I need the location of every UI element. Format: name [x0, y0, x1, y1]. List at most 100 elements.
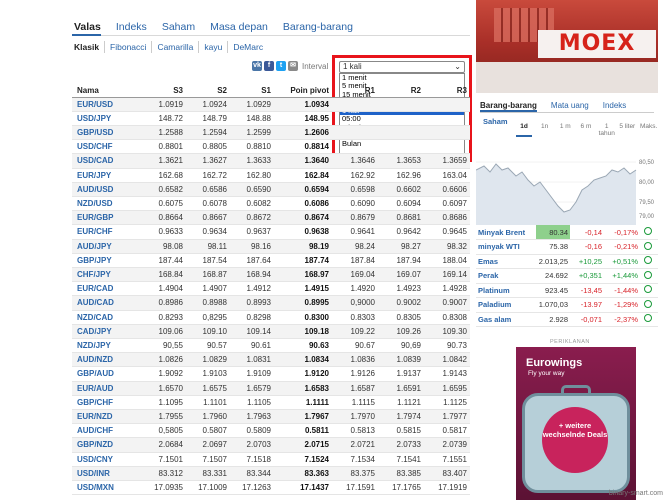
range-option[interactable]: 1 tahun — [599, 123, 615, 137]
market-sub-label: Saham — [483, 117, 508, 126]
pair-link[interactable]: NZD/JPY — [72, 338, 132, 354]
quote-price: 2.928 — [536, 312, 570, 327]
advertisement[interactable]: Eurowings Fly your way + weitere wechsel… — [516, 347, 636, 500]
pair-link[interactable]: AUD/CHF — [72, 423, 132, 439]
quote-row[interactable]: Platinum 923.45 -13,45 -1,44% — [476, 283, 658, 298]
table-row: USD/JPY 148.72 148.79 148.88 148.95 — [72, 111, 470, 126]
pair-link[interactable]: USD/CNY — [72, 452, 132, 467]
chart-axis-label: 79,00 — [639, 214, 655, 220]
pair-link[interactable]: GBP/AUD — [72, 366, 132, 382]
pivot-cell: 148.95 — [274, 111, 332, 126]
pair-link[interactable]: CAD/JPY — [72, 324, 132, 339]
table-row: AUD/JPY 98.08 98.11 98.16 98.19 98.24 98.27 98.… — [72, 239, 470, 254]
pivot-cell: 0.8805 — [186, 139, 230, 155]
pivot-cell: 1.9092 — [132, 366, 186, 382]
quote-row[interactable]: Perak 24.692 +0,351 +1,44% — [476, 268, 658, 284]
quote-row[interactable]: Gas alam 2.928 -0,071 -2,37% — [476, 312, 658, 327]
range-option[interactable]: 1 m — [557, 123, 573, 137]
subtab-camarilla[interactable]: Camarilla — [151, 41, 198, 53]
pivot-cell — [424, 111, 470, 126]
pair-link[interactable]: EUR/GBP — [72, 210, 132, 226]
pair-link[interactable]: AUD/CAD — [72, 295, 132, 311]
tab-barang-barang-market[interactable]: Barang-barang — [480, 100, 537, 112]
quote-price: 2.013,25 — [536, 254, 570, 269]
pair-link[interactable]: USD/MXN — [72, 480, 132, 496]
range-option[interactable]: 6 m — [578, 123, 594, 137]
pivot-cell: 83.312 — [132, 466, 186, 481]
pivot-cell: 1.0919 — [132, 97, 186, 112]
tab-valas[interactable]: Valas — [72, 20, 101, 36]
tab-masa-depan[interactable]: Masa depan — [208, 20, 268, 35]
pair-link[interactable]: AUD/USD — [72, 182, 132, 197]
moex-logo: MOEX — [538, 30, 656, 58]
pivot-cell: 0.9637 — [230, 224, 274, 240]
vk-icon[interactable]: vk — [252, 61, 262, 71]
subtab-klasik[interactable]: Klasik — [74, 41, 104, 53]
pivot-cell: 162.80 — [230, 168, 274, 183]
quote-price: 24.692 — [536, 268, 570, 284]
table-row: EUR/NZD 1.7955 1.7960 1.7963 1.7967 1.7970 1.7… — [72, 409, 470, 425]
pivot-cell: 0.9642 — [378, 224, 424, 240]
pair-link[interactable]: NZD/CAD — [72, 310, 132, 325]
table-row: USD/MXN 17.0935 17.1009 17.1263 17.1437 17.15… — [72, 480, 470, 496]
pair-link[interactable]: AUD/JPY — [72, 239, 132, 254]
subtab-kayu[interactable]: kayu — [198, 41, 227, 53]
pivot-cell: 0.9633 — [132, 224, 186, 240]
pivot-cell: 0.6582 — [132, 182, 186, 197]
twitter-icon[interactable]: t — [276, 61, 286, 71]
pair-link[interactable]: CHF/JPY — [72, 267, 132, 283]
table-row: CHF/JPY 168.84 168.87 168.94 168.97 169.04 169… — [72, 267, 470, 283]
pair-link[interactable]: EUR/JPY — [72, 168, 132, 183]
quote-row[interactable]: minyak WTI 75.38 -0,16 -0,21% — [476, 239, 658, 255]
tab-barang-barang[interactable]: Barang-barang — [281, 20, 353, 35]
pivot-cell: 168.87 — [186, 267, 230, 283]
tab-mata-uang[interactable]: Mata uang — [551, 100, 589, 112]
pivot-cell: 7.1551 — [424, 452, 470, 467]
pair-link[interactable]: EUR/NZD — [72, 409, 132, 425]
pivot-cell: 1.4915 — [274, 281, 332, 297]
pair-link[interactable]: EUR/AUD — [72, 381, 132, 396]
mail-icon[interactable]: ✉ — [288, 61, 298, 71]
pivot-cell: 1.1105 — [230, 395, 274, 410]
ad-deal-badge[interactable]: + weitere wechselnde Deals — [542, 407, 608, 473]
pair-link[interactable]: EUR/CAD — [72, 281, 132, 297]
quote-row[interactable]: Minyak Brent 80.34 -0,14 -0,17% — [476, 225, 658, 240]
pair-link[interactable]: GBP/USD — [72, 125, 132, 141]
pivot-cell: 187.84 — [332, 253, 378, 268]
pivot-cell: 187.94 — [378, 253, 424, 268]
tab-indeks-market[interactable]: Indeks — [603, 100, 627, 112]
pair-link[interactable]: GBP/NZD — [72, 437, 132, 453]
pair-link[interactable]: USD/CHF — [72, 139, 132, 155]
pivot-cell: 109.30 — [424, 324, 470, 339]
range-option[interactable]: Maks. — [640, 123, 657, 137]
pivot-cell: 83.407 — [424, 466, 470, 481]
pivot-cell: 0.8305 — [378, 310, 424, 325]
pair-link[interactable]: GBP/CHF — [72, 395, 132, 410]
quote-row[interactable]: Emas 2.013,25 +10,25 +0,51% — [476, 254, 658, 269]
range-option[interactable]: 1d — [516, 123, 532, 137]
pair-link[interactable]: EUR/USD — [72, 97, 132, 112]
pivot-cell: 0.5811 — [274, 423, 332, 439]
pair-link[interactable]: USD/JPY — [72, 111, 132, 126]
pair-link[interactable]: EUR/CHF — [72, 224, 132, 240]
range-option[interactable]: 5 liter — [619, 123, 635, 137]
pair-link[interactable]: USD/CAD — [72, 153, 132, 169]
subtab-fibonacci[interactable]: Fibonacci — [104, 41, 151, 53]
pivot-cell: 1.7970 — [332, 409, 378, 425]
tab-indeks[interactable]: Indeks — [114, 20, 147, 35]
tab-saham[interactable]: Saham — [160, 20, 195, 35]
subtab-demarc[interactable]: DeMarc — [227, 41, 268, 53]
pivot-cell: 0.8672 — [230, 210, 274, 226]
pivot-cell: 2.0739 — [424, 437, 470, 453]
pivot-cell: 17.0935 — [132, 480, 186, 496]
quote-row[interactable]: Paladium 1.070,03 -13.97 -1,29% — [476, 297, 658, 313]
pair-link[interactable]: USD/INR — [72, 466, 132, 481]
pair-link[interactable]: NZD/USD — [72, 196, 132, 212]
facebook-icon[interactable]: f — [264, 61, 274, 71]
pivot-cell: 168.94 — [230, 267, 274, 283]
range-option[interactable]: 1n — [537, 123, 553, 137]
pair-link[interactable]: GBP/JPY — [72, 253, 132, 268]
moex-photo: MOEX — [476, 0, 658, 93]
clock-icon — [644, 285, 652, 294]
pair-link[interactable]: AUD/NZD — [72, 352, 132, 368]
